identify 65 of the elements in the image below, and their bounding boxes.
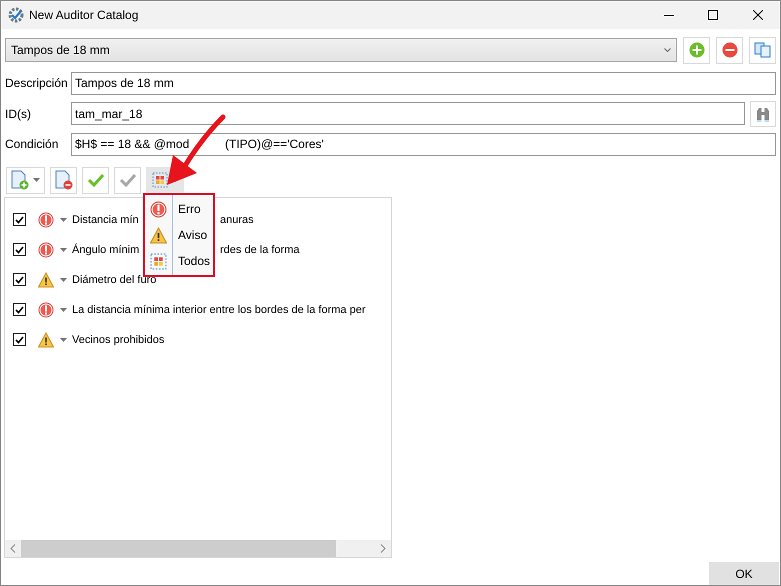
check-icon — [88, 173, 104, 188]
error-icon — [38, 242, 54, 258]
checkbox[interactable] — [13, 243, 26, 256]
warning-icon — [150, 226, 167, 244]
rule-label: Diámetro del furo — [72, 272, 156, 288]
checkbox[interactable] — [13, 213, 26, 226]
minus-icon — [722, 42, 738, 58]
window-title: New Auditor Catalog — [29, 6, 138, 24]
chevron-down-icon — [664, 48, 672, 52]
rule-label: La distancia mínima interior entre los bordes de la forma per — [72, 302, 366, 318]
remove-button[interactable] — [716, 36, 744, 64]
checkbox[interactable] — [13, 303, 26, 316]
warning-icon — [38, 332, 54, 348]
maximize-icon[interactable] — [708, 10, 718, 20]
scroll-right-icon[interactable] — [380, 544, 386, 553]
rule-label: Vecinos prohibidos — [72, 332, 164, 348]
rule-label: Ángulo mínim — [72, 242, 140, 258]
field-label: Descripción — [5, 75, 69, 92]
document-add-icon — [11, 170, 29, 190]
uncheck-all-button[interactable] — [114, 166, 141, 194]
scroll-left-icon[interactable] — [10, 544, 16, 553]
check-all-button[interactable] — [82, 166, 109, 194]
rule-label: Distancia mín — [72, 212, 140, 228]
caret-icon — [60, 218, 67, 222]
add-button[interactable] — [683, 36, 710, 64]
binoculars-icon — [755, 106, 771, 122]
warning-icon — [38, 272, 54, 288]
gear-check-icon — [8, 6, 24, 23]
ok-button[interactable]: OK — [709, 562, 779, 585]
plus-icon — [688, 42, 705, 58]
rule-label: rdes de la forma — [220, 242, 300, 258]
grid-icon — [150, 252, 167, 270]
condition-field[interactable]: $H$ == 18 && @mod (TIPO)@=='Cores' — [71, 132, 776, 156]
scrollbar-thumb[interactable] — [21, 540, 336, 557]
menu-item[interactable]: Erro — [145, 196, 213, 222]
copy-icon — [754, 42, 772, 58]
error-icon — [150, 200, 167, 218]
ids-field[interactable]: tam_mar_18 — [71, 102, 745, 126]
condition-text: $H$ == 18 && @mod — [75, 136, 190, 154]
check-icon — [120, 173, 136, 188]
catalog-dropdown[interactable]: Tampos de 18 mm — [5, 38, 678, 62]
remove-rule-button[interactable] — [50, 166, 77, 194]
condition-text: (TIPO)@=='Cores' — [225, 136, 324, 154]
rule-label: anuras — [220, 212, 254, 228]
caret-icon — [60, 278, 67, 282]
checkbox[interactable] — [13, 333, 26, 346]
caret-icon — [60, 338, 67, 342]
caret-icon — [60, 308, 67, 312]
find-button[interactable] — [750, 100, 776, 127]
checkbox[interactable] — [13, 273, 26, 286]
caret-icon — [60, 248, 67, 252]
add-rule-button[interactable] — [6, 166, 45, 194]
error-icon — [38, 212, 54, 228]
close-icon[interactable] — [753, 10, 763, 20]
document-remove-icon — [54, 170, 72, 190]
copy-button[interactable] — [749, 36, 776, 64]
menu-item[interactable]: Aviso — [145, 222, 213, 248]
horizontal-scrollbar[interactable] — [5, 540, 391, 557]
menu-item[interactable]: Todos — [145, 248, 213, 274]
description-field[interactable]: Tampos de 18 mm — [71, 72, 776, 95]
grid-icon — [152, 172, 168, 188]
error-icon — [38, 302, 54, 318]
field-label: ID(s) — [5, 106, 32, 123]
caret-icon — [33, 178, 40, 182]
field-label: Condición — [5, 136, 60, 154]
